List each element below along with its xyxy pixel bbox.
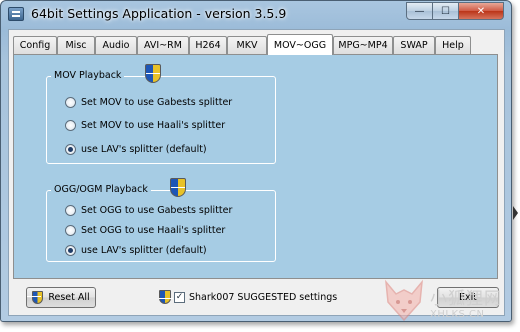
radio-circle[interactable] bbox=[65, 97, 76, 108]
tab-mkv[interactable]: MKV bbox=[227, 36, 267, 54]
radio-mov-gabest[interactable]: Set MOV to use Gabests splitter bbox=[65, 97, 232, 108]
ogg-playback-group: OGG/OGM Playback Set OGG to use Gabests … bbox=[46, 178, 276, 262]
tab-h264[interactable]: H264 bbox=[189, 36, 227, 54]
radio-label: use LAV's splitter (default) bbox=[81, 144, 207, 155]
reset-all-button[interactable]: Reset All bbox=[26, 287, 96, 308]
radio-circle[interactable] bbox=[65, 205, 76, 216]
uac-shield-icon bbox=[145, 64, 161, 83]
radio-label: Set OGG to use Haali's splitter bbox=[81, 225, 226, 236]
tab-strip: Config Misc Audio AVI~RM H264 MKV MOV~OG… bbox=[13, 34, 493, 55]
radio-ogg-gabest[interactable]: Set OGG to use Gabests splitter bbox=[65, 205, 232, 216]
radio-ogg-haali[interactable]: Set OGG to use Haali's splitter bbox=[65, 225, 225, 236]
radio-label: Set OGG to use Gabests splitter bbox=[81, 205, 233, 216]
uac-shield-icon bbox=[32, 291, 44, 304]
reset-all-label: Reset All bbox=[48, 292, 90, 303]
close-button[interactable]: ✕ bbox=[458, 2, 504, 20]
tab-mov-ogg[interactable]: MOV~OGG bbox=[267, 34, 333, 55]
mov-ogg-panel: MOV Playback Set MOV to use Gabests spli… bbox=[13, 54, 498, 279]
mov-group-title: MOV Playback bbox=[51, 70, 125, 81]
mov-playback-group: MOV Playback Set MOV to use Gabests spli… bbox=[46, 64, 276, 164]
radio-mov-lav[interactable]: use LAV's splitter (default) bbox=[65, 144, 207, 155]
app-window-icon bbox=[8, 7, 24, 21]
radio-label: Set MOV to use Gabests splitter bbox=[81, 97, 233, 108]
tab-misc[interactable]: Misc bbox=[57, 36, 95, 54]
radio-label: Set MOV to use Haali's splitter bbox=[81, 120, 226, 131]
maximize-button[interactable]: ☐ bbox=[432, 2, 459, 20]
resize-arrow-icon[interactable] bbox=[513, 206, 518, 220]
exit-button[interactable]: Exit bbox=[437, 287, 499, 308]
minimize-button[interactable]: — bbox=[406, 2, 433, 20]
title-bar[interactable]: 64bit Settings Application - version 3.5… bbox=[1, 1, 511, 29]
radio-circle[interactable] bbox=[65, 120, 76, 131]
tab-avi-rm[interactable]: AVI~RM bbox=[137, 36, 189, 54]
suggested-settings-checkbox[interactable]: ✓ Shark007 SUGGESTED settings bbox=[159, 290, 337, 304]
window-title: 64bit Settings Application - version 3.5… bbox=[31, 6, 287, 21]
radio-circle-checked[interactable] bbox=[65, 144, 76, 155]
uac-shield-icon bbox=[159, 290, 171, 304]
suggested-settings-label: Shark007 SUGGESTED settings bbox=[189, 291, 338, 303]
tab-audio[interactable]: Audio bbox=[95, 36, 137, 54]
client-area: Config Misc Audio AVI~RM H264 MKV MOV~OG… bbox=[8, 29, 505, 316]
tab-help[interactable]: Help bbox=[435, 36, 471, 54]
radio-mov-haali[interactable]: Set MOV to use Haali's splitter bbox=[65, 120, 225, 131]
radio-ogg-lav[interactable]: use LAV's splitter (default) bbox=[65, 245, 207, 256]
ogg-group-title: OGG/OGM Playback bbox=[51, 184, 151, 195]
tab-mpg-mp4[interactable]: MPG~MP4 bbox=[333, 36, 393, 54]
settings-window: 64bit Settings Application - version 3.5… bbox=[0, 0, 512, 322]
tab-config[interactable]: Config bbox=[13, 36, 57, 54]
checkbox-box[interactable]: ✓ bbox=[174, 291, 185, 303]
radio-circle-checked[interactable] bbox=[65, 245, 76, 256]
tab-swap[interactable]: SWAP bbox=[393, 36, 435, 54]
radio-label: use LAV's splitter (default) bbox=[81, 245, 207, 256]
radio-circle[interactable] bbox=[65, 225, 76, 236]
uac-shield-icon bbox=[170, 178, 186, 197]
